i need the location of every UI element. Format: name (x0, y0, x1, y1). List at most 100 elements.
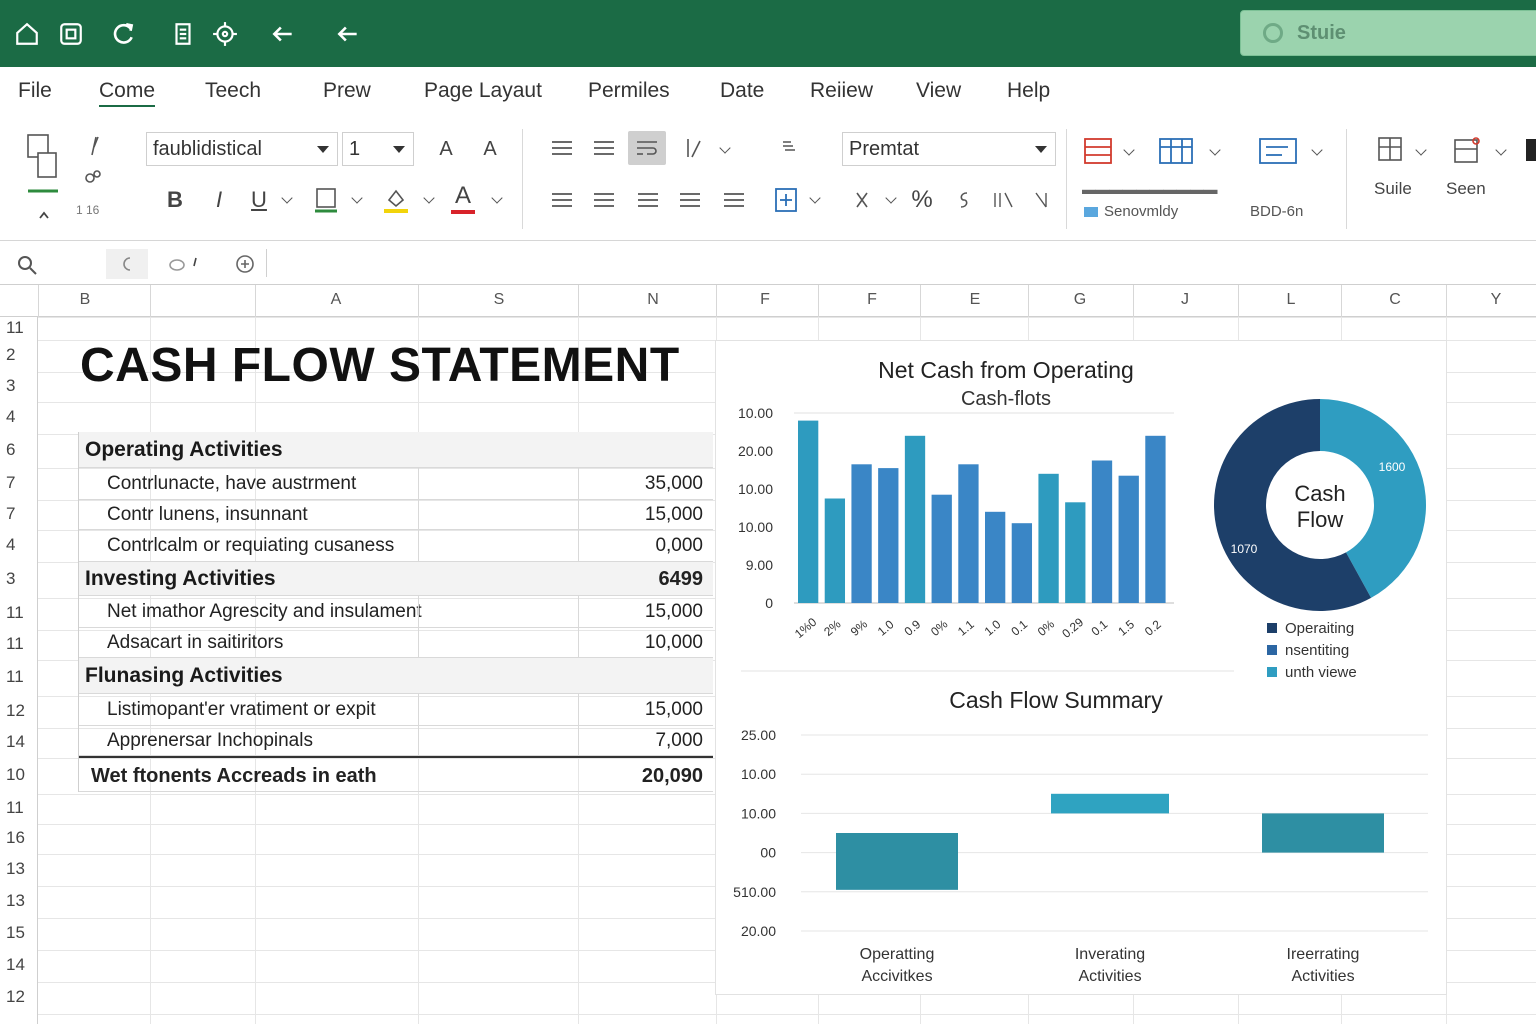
tab-review[interactable]: Reiiew (810, 79, 873, 103)
cut-icon[interactable] (80, 133, 106, 159)
tab-view[interactable]: View (916, 79, 961, 103)
insert-cells-icon[interactable] (1374, 133, 1408, 167)
merge-center-icon[interactable] (772, 185, 800, 215)
row-header[interactable]: 15 (6, 923, 25, 943)
chevron-down-icon[interactable] (880, 189, 897, 211)
seen-label[interactable]: Seen (1446, 179, 1486, 199)
column-header[interactable]: E (955, 291, 995, 309)
chevron-down-icon[interactable] (1490, 141, 1507, 163)
document-icon[interactable] (168, 18, 198, 50)
cancel-icon[interactable] (164, 251, 204, 277)
chevron-down-icon[interactable] (1118, 141, 1135, 163)
decrease-indent-icon[interactable] (676, 187, 704, 213)
column-header[interactable]: F (745, 291, 785, 309)
align-right-icon[interactable] (634, 187, 662, 213)
row-header[interactable]: 6 (6, 440, 15, 460)
increase-indent-icon[interactable] (720, 187, 748, 213)
name-box-icon[interactable] (106, 249, 148, 279)
table-row[interactable]: Contr lunens, insunnant 15,000 (78, 500, 713, 530)
row-header[interactable]: 3 (6, 569, 15, 589)
total-row[interactable]: Wet ftonents Accreads in eath 20,090 (78, 756, 713, 792)
column-header[interactable]: Y (1476, 291, 1516, 309)
fill-color-icon[interactable] (382, 185, 410, 215)
align-top-icon[interactable] (548, 135, 576, 161)
bold-button[interactable]: B (162, 185, 188, 215)
table-row[interactable]: Apprenersar Inchopinals 7,000 (78, 726, 713, 756)
column-header[interactable]: A (316, 291, 356, 309)
chevron-down-icon[interactable] (1306, 141, 1323, 163)
tab-data[interactable]: Date (720, 79, 764, 103)
grow-font-button[interactable]: A (434, 135, 458, 163)
row-header[interactable]: 12 (6, 701, 25, 721)
undo-icon[interactable] (268, 18, 298, 50)
chevron-down-icon[interactable] (804, 189, 821, 211)
table-row[interactable]: Adsacart in saitiritors 10,000 (78, 628, 713, 658)
currency-icon[interactable] (850, 187, 874, 213)
section-row[interactable]: Operating Activities (78, 432, 713, 468)
format-cells-icon[interactable] (776, 133, 804, 161)
column-header[interactable]: F (852, 291, 892, 309)
table-row[interactable]: Contrlcalm or requiating cusaness 0,000 (78, 530, 713, 562)
comma-style-icon[interactable] (952, 187, 976, 213)
row-header[interactable]: 11 (6, 634, 24, 654)
row-header[interactable]: 4 (6, 407, 15, 427)
redo-icon[interactable] (333, 18, 363, 50)
copy-icon[interactable] (80, 163, 106, 189)
column-header[interactable]: G (1060, 291, 1100, 309)
table-row[interactable]: Net imathor Agrescity and insulament 15,0… (78, 596, 713, 628)
row-header[interactable]: 2 (6, 345, 15, 365)
chevron-down-icon[interactable] (346, 189, 363, 211)
paste-icon[interactable] (24, 131, 60, 197)
row-header[interactable]: 11 (6, 603, 24, 623)
refresh-icon[interactable] (108, 18, 138, 50)
save-icon[interactable] (56, 18, 86, 50)
home-icon[interactable] (12, 18, 42, 50)
format-cells-menu-icon[interactable] (1450, 133, 1484, 167)
increase-decimal-icon[interactable] (990, 187, 1018, 213)
row-header[interactable]: 7 (6, 504, 15, 524)
tab-page-layout[interactable]: Page Layaut (424, 79, 542, 103)
column-header[interactable]: N (633, 291, 673, 309)
column-header[interactable]: C (1375, 291, 1415, 309)
row-header[interactable]: 16 (6, 828, 25, 848)
row-header[interactable]: 11 (6, 798, 24, 818)
search-icon[interactable] (14, 253, 40, 277)
insert-function-icon[interactable] (230, 251, 260, 277)
row-header[interactable]: 13 (6, 859, 25, 879)
column-header[interactable]: J (1165, 291, 1205, 309)
tab-home[interactable]: Come (99, 79, 156, 107)
table-row[interactable]: Listimopant'er vratiment or expit 15,000 (78, 694, 713, 726)
row-header[interactable]: 14 (6, 955, 25, 975)
column-header[interactable]: S (479, 291, 519, 309)
align-middle-icon[interactable] (590, 135, 618, 161)
chevron-down-icon[interactable] (714, 139, 731, 161)
underline-button[interactable]: U (246, 185, 272, 215)
align-left-icon[interactable] (548, 187, 576, 213)
font-size-select[interactable]: 1 (342, 132, 414, 166)
row-header[interactable]: 3 (6, 376, 15, 396)
row-header[interactable]: 12 (6, 987, 25, 1007)
shrink-font-button[interactable]: A (478, 135, 502, 163)
ribbon-overflow-icon[interactable] (1526, 139, 1536, 161)
row-header[interactable]: 13 (6, 891, 25, 911)
chevron-down-icon[interactable] (1410, 141, 1427, 163)
italic-button[interactable]: I (206, 185, 232, 215)
font-name-select[interactable]: faublidistical (146, 132, 338, 166)
row-header[interactable]: 10 (6, 765, 25, 785)
row-header[interactable]: 11 (6, 318, 24, 338)
row-header[interactable]: 11 (6, 667, 24, 687)
font-color-button[interactable]: A (450, 183, 476, 215)
chevron-down-icon[interactable] (486, 189, 503, 211)
column-header[interactable]: L (1271, 291, 1311, 309)
row-header[interactable]: 4 (6, 535, 15, 555)
decrease-decimal-icon[interactable] (1030, 187, 1054, 213)
tab-formulas[interactable]: Permiles (588, 79, 670, 103)
borders-icon[interactable] (312, 185, 340, 215)
settings-icon[interactable] (210, 18, 240, 50)
conditional-formatting-icon[interactable] (1080, 133, 1116, 169)
tab-help[interactable]: Help (1007, 79, 1050, 103)
wrap-text-icon[interactable] (628, 131, 666, 165)
chevron-up-icon[interactable] (36, 207, 52, 223)
row-header[interactable]: 7 (6, 473, 15, 493)
chevron-down-icon[interactable] (418, 189, 435, 211)
